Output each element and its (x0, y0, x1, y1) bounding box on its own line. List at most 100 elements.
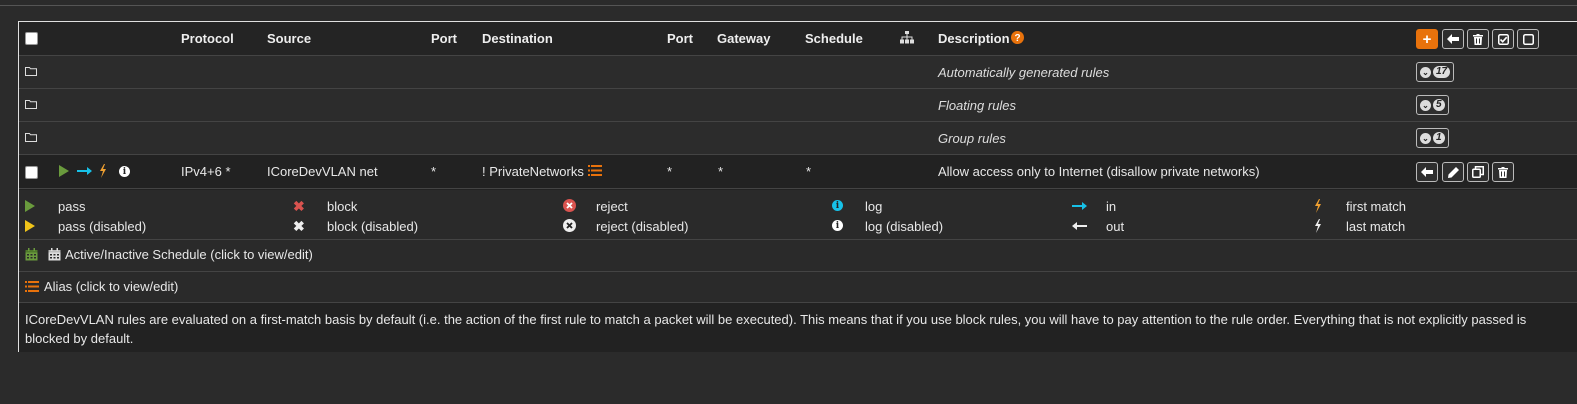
add-rule-button[interactable]: + (1416, 29, 1438, 49)
legend-reject-disabled: reject (disabled) (596, 219, 689, 234)
times-circle-icon (563, 219, 576, 232)
footer-note: ICoreDevVLAN rules are evaluated on a fi… (19, 303, 1577, 352)
group-row-floating[interactable]: Floating rules ⌄ 5 (19, 89, 1577, 122)
arrow-left-icon (1447, 34, 1459, 44)
rule-count-badge: 5 (1433, 99, 1445, 111)
col-port[interactable]: Port (431, 31, 457, 46)
chevron-down-icon: ⌄ (1420, 99, 1431, 111)
rule-description: Allow access only to Internet (disallow … (938, 164, 1260, 179)
rule-schedule: * (806, 164, 812, 179)
legend-out: out (1106, 219, 1125, 234)
info-icon: i (832, 220, 843, 231)
enable-selected-button[interactable] (1492, 29, 1514, 49)
footer-text: ICoreDevVLAN rules are evaluated on a fi… (25, 312, 1527, 346)
edit-rule-button[interactable] (1442, 162, 1464, 182)
folder-icon (25, 100, 37, 109)
svg-text:?: ? (1014, 33, 1020, 44)
rules-panel: Protocol Source Port Destination Port Ga… (18, 21, 1577, 352)
table-row[interactable]: i IPv4+6 * ICoreDevVLAN net * ! PrivateN… (19, 155, 1577, 189)
table-header: Protocol Source Port Destination Port Ga… (19, 22, 1577, 56)
chevron-down-icon: ⌄ (1420, 66, 1431, 78)
square-icon (1522, 33, 1534, 45)
col-destination[interactable]: Destination (482, 31, 553, 46)
arrow-right-icon (77, 167, 92, 175)
folder-icon (25, 67, 37, 76)
rule-destination[interactable]: ! PrivateNetworks (482, 164, 584, 179)
move-rule-button[interactable] (1442, 29, 1464, 49)
legend-log: log (865, 199, 883, 214)
bolt-icon (100, 164, 106, 178)
pencil-icon (1447, 166, 1459, 178)
help-icon[interactable]: ? (1011, 31, 1024, 47)
rule-gateway: * (718, 164, 724, 179)
chevron-down-icon: ⌄ (1420, 132, 1431, 144)
expand-group-button[interactable]: ⌄ 1 (1416, 128, 1449, 148)
rule-count-badge: 17 (1433, 66, 1451, 78)
info-icon: i (832, 200, 843, 211)
alias-legend-text: Alias (click to view/edit) (44, 279, 179, 294)
list-icon (25, 281, 39, 292)
schedule-legend-text: Active/Inactive Schedule (click to view/… (65, 247, 313, 262)
group-label: Group rules (938, 131, 1006, 146)
clone-rule-button[interactable] (1467, 162, 1489, 182)
col-protocol[interactable]: Protocol (181, 31, 234, 46)
calendar-icon (25, 248, 38, 261)
group-row-auto[interactable]: Automatically generated rules ⌄ 17 (19, 56, 1577, 89)
rule-source: ICoreDevVLAN net (267, 164, 378, 179)
col-dest-port[interactable]: Port (667, 31, 693, 46)
play-icon[interactable] (59, 165, 69, 177)
play-icon (25, 220, 35, 232)
legend-first-match: first match (1346, 199, 1406, 214)
arrow-right-icon (1072, 202, 1087, 210)
trash-icon (1498, 166, 1508, 178)
sitemap-icon (900, 31, 914, 47)
group-row-group[interactable]: Group rules ⌄ 1 (19, 122, 1577, 155)
rule-protocol: IPv4+6 * (181, 164, 231, 179)
col-gateway[interactable]: Gateway (717, 31, 770, 46)
check-square-icon (1497, 33, 1509, 45)
top-divider (0, 5, 1577, 6)
rule-dest-port: * (667, 164, 673, 179)
legend-reject: reject (596, 199, 628, 214)
list-icon[interactable] (588, 165, 602, 176)
play-icon (25, 200, 35, 212)
copy-icon (1472, 166, 1484, 178)
legend-last-match: last match (1346, 219, 1406, 234)
col-description[interactable]: Description (938, 31, 1010, 46)
info-icon[interactable]: i (119, 166, 130, 177)
folder-icon (25, 133, 37, 142)
arrow-left-icon (1072, 222, 1087, 230)
times-icon: ✖ (293, 198, 305, 214)
trash-icon (1473, 33, 1483, 45)
rule-port: * (431, 164, 437, 179)
calendar-icon (48, 248, 61, 261)
legend-block: block (327, 199, 358, 214)
select-all-checkbox[interactable] (25, 32, 38, 45)
delete-selected-button[interactable] (1467, 29, 1489, 49)
delete-rule-button[interactable] (1492, 162, 1514, 182)
rule-checkbox[interactable] (25, 166, 38, 179)
alias-legend: Alias (click to view/edit) (19, 272, 1577, 303)
legend-pass: pass (58, 199, 86, 214)
legend-block-disabled: block (disabled) (327, 219, 419, 234)
legend: pass pass (disabled) ✖ block ✖ block (di… (19, 190, 1577, 240)
times-icon: ✖ (293, 218, 305, 234)
expand-group-button[interactable]: ⌄ 5 (1416, 95, 1449, 115)
move-before-button[interactable] (1416, 162, 1438, 182)
group-label: Automatically generated rules (938, 65, 1110, 80)
col-schedule[interactable]: Schedule (805, 31, 863, 46)
legend-in: in (1106, 199, 1117, 214)
times-circle-icon (563, 199, 576, 212)
group-label: Floating rules (938, 98, 1017, 113)
arrow-left-icon (1421, 167, 1433, 177)
expand-group-button[interactable]: ⌄ 17 (1416, 62, 1455, 82)
schedule-legend: Active/Inactive Schedule (click to view/… (19, 240, 1577, 272)
col-source[interactable]: Source (267, 31, 311, 46)
rule-count-badge: 1 (1433, 132, 1445, 144)
bolt-icon (1315, 219, 1321, 233)
plus-icon: + (1422, 30, 1432, 48)
disable-selected-button[interactable] (1517, 29, 1539, 49)
legend-log-disabled: log (disabled) (865, 219, 944, 234)
legend-pass-disabled: pass (disabled) (58, 219, 147, 234)
bolt-icon (1315, 199, 1321, 213)
